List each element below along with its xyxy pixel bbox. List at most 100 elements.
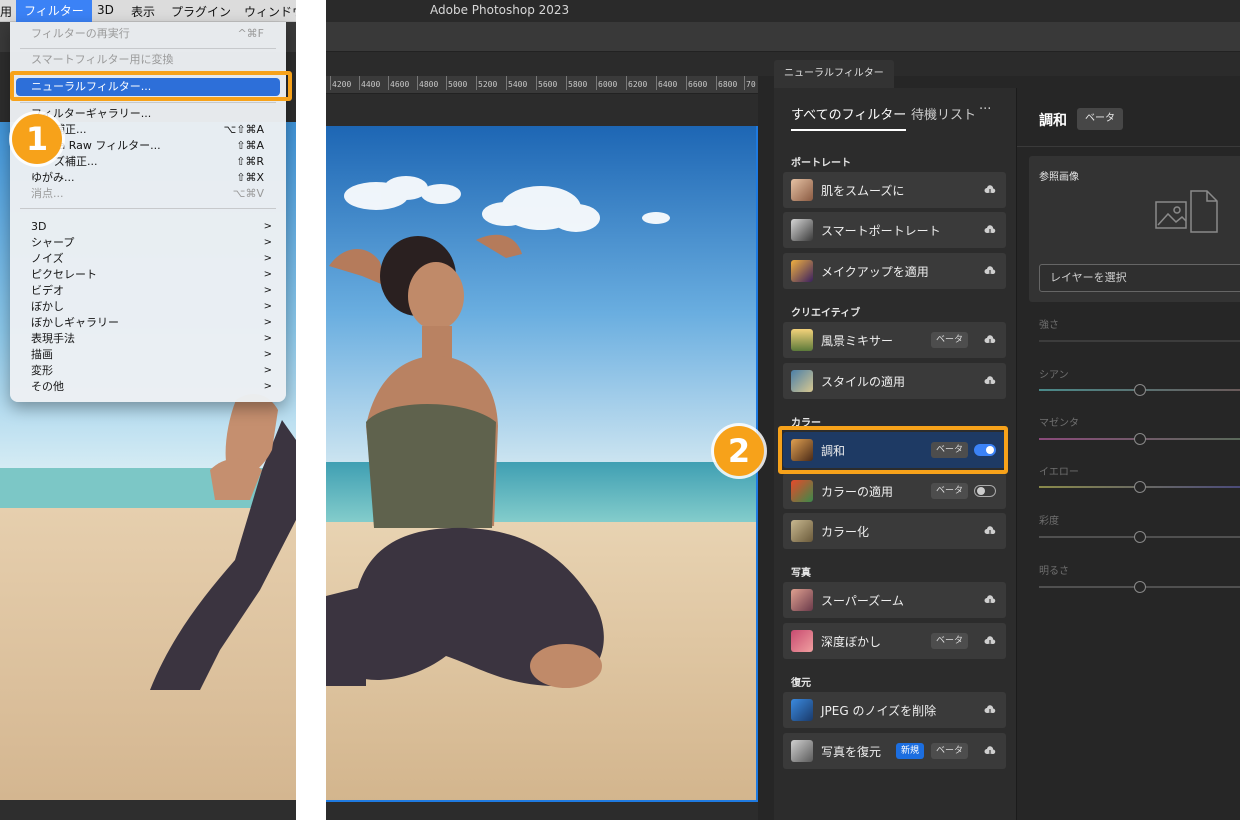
cloud-download-icon[interactable] — [984, 224, 996, 236]
neural-filters-panel-tab[interactable]: ニューラルフィルター — [774, 60, 894, 88]
ruler-tick: 4800 — [416, 76, 439, 90]
harmonization-settings: 調和 ベータ 参照画像 レイヤーを選択 強さ シアン マゼンタ イエロー 彩度 … — [1016, 88, 1240, 820]
ruler-tick: 6200 — [625, 76, 648, 90]
filter-thumbnail — [791, 699, 813, 721]
submenu-other[interactable]: その他 > — [10, 379, 286, 395]
filter-item-photo-restoration[interactable]: 写真を復元 新規 ベータ — [783, 733, 1006, 769]
slider-knob-yellow[interactable] — [1134, 481, 1146, 493]
slider-track-strength[interactable] — [1039, 340, 1240, 342]
filter-item-skin-smoothing[interactable]: 肌をスムーズに — [783, 172, 1006, 208]
chevron-right-icon: > — [263, 381, 272, 392]
left-footer-bar — [0, 800, 296, 820]
slider-knob-cyan[interactable] — [1134, 384, 1146, 396]
submenu-3d[interactable]: 3D > — [10, 219, 286, 235]
reference-image-label: 参照画像 — [1039, 172, 1079, 183]
horizontal-ruler: 4200 4400 4600 4800 5000 5200 5400 5600 … — [326, 76, 758, 94]
filter-item-color-transfer[interactable]: カラーの適用 ベータ — [783, 473, 1006, 509]
cloud-download-icon[interactable] — [984, 525, 996, 537]
submenu-blur[interactable]: ぼかし > — [10, 299, 286, 315]
filter-item-super-zoom[interactable]: スーパーズーム — [783, 582, 1006, 618]
ruler-tick: 4600 — [387, 76, 410, 90]
ruler-tick: 6600 — [685, 76, 708, 90]
beach-yoga-photo — [326, 126, 756, 800]
chevron-right-icon: > — [263, 333, 272, 344]
submenu-blur-gallery[interactable]: ぼかしギャラリー > — [10, 315, 286, 331]
submenu-sharpen[interactable]: シャープ > — [10, 235, 286, 251]
more-options-icon[interactable]: ··· — [979, 102, 991, 117]
filter-item-landscape-mixer[interactable]: 風景ミキサー ベータ — [783, 322, 1006, 358]
filter-thumbnail — [791, 179, 813, 201]
cloud-download-icon[interactable] — [984, 184, 996, 196]
cloud-download-icon[interactable] — [984, 265, 996, 277]
beta-badge: ベータ — [931, 633, 969, 649]
submenu-video[interactable]: ビデオ > — [10, 283, 286, 299]
filter-item-makeup-transfer[interactable]: メイクアップを適用 — [783, 253, 1006, 289]
menu-separator — [20, 102, 276, 103]
chevron-right-icon: > — [263, 285, 272, 296]
cloud-download-icon[interactable] — [984, 704, 996, 716]
filter-item-smart-portrait[interactable]: スマートポートレート — [783, 212, 1006, 248]
chevron-right-icon: > — [263, 301, 272, 312]
menubar-item-plugins[interactable]: プラグイン — [171, 3, 231, 20]
tab-all-filters[interactable]: すべてのフィルター — [791, 104, 907, 131]
menubar-item-3d[interactable]: 3D — [97, 3, 114, 17]
layer-select-dropdown[interactable]: レイヤーを選択 — [1039, 264, 1240, 292]
filter-item-depth-blur[interactable]: 深度ぼかし ベータ — [783, 623, 1006, 659]
cloud-download-icon[interactable] — [984, 594, 996, 606]
chevron-right-icon: > — [263, 237, 272, 248]
reference-image-box: 参照画像 レイヤーを選択 — [1029, 156, 1240, 302]
menu-item-liquify[interactable]: ゆがみ... ⇧⌘X — [10, 170, 286, 186]
ps-titlebar: Adobe Photoshop 2023 — [326, 0, 1240, 22]
submenu-noise[interactable]: ノイズ > — [10, 251, 286, 267]
highlight-harmonization — [778, 426, 1008, 474]
submenu-pixelate[interactable]: ピクセレート > — [10, 267, 286, 283]
ruler-tick: 4400 — [358, 76, 381, 90]
menubar-item-file[interactable]: 用 — [0, 3, 12, 20]
filter-item-style-transfer[interactable]: スタイルの適用 — [783, 363, 1006, 399]
submenu-distort[interactable]: 変形 > — [10, 363, 286, 379]
cloud-download-icon[interactable] — [984, 375, 996, 387]
beta-badge: ベータ — [931, 743, 969, 759]
chevron-right-icon: > — [263, 349, 272, 360]
menubar-item-view[interactable]: 表示 — [131, 3, 155, 20]
chevron-right-icon: > — [263, 221, 272, 232]
ruler-tick: 5800 — [565, 76, 588, 90]
tab-waitlist[interactable]: 待機リスト — [911, 104, 976, 123]
new-badge: 新規 — [896, 743, 925, 759]
document-canvas[interactable] — [326, 126, 758, 802]
submenu-render[interactable]: 描画 > — [10, 347, 286, 363]
submenu-stylize[interactable]: 表現手法 > — [10, 331, 286, 347]
app-title: Adobe Photoshop 2023 — [430, 3, 570, 17]
chevron-right-icon: > — [263, 269, 272, 280]
slider-label-saturation: 彩度 — [1039, 516, 1059, 527]
filter-thumbnail — [791, 260, 813, 282]
filter-thumbnail — [791, 370, 813, 392]
step-1-badge: 1 — [12, 114, 62, 164]
menubar-item-window[interactable]: ウィンドウ — [244, 3, 296, 20]
photoshop-window: Adobe Photoshop 2023 4200 4400 4600 4800… — [326, 0, 1240, 820]
cloud-download-icon[interactable] — [984, 745, 996, 757]
color-transfer-toggle[interactable] — [974, 485, 996, 497]
slider-label-yellow: イエロー — [1039, 467, 1079, 478]
menu-item-last-filter[interactable]: フィルターの再実行 ^⌘F — [10, 26, 286, 42]
ruler-tick: 5000 — [445, 76, 468, 90]
slider-knob-magenta[interactable] — [1134, 433, 1146, 445]
filter-thumbnail — [791, 589, 813, 611]
cloud-download-icon[interactable] — [984, 334, 996, 346]
chevron-right-icon: > — [263, 365, 272, 376]
slider-knob-saturation[interactable] — [1134, 531, 1146, 543]
menubar-item-filter[interactable]: フィルター — [16, 0, 92, 22]
slider-label-magenta: マゼンタ — [1039, 418, 1079, 429]
menu-item-vanishing-point[interactable]: 消点... ⌥⌘V — [10, 186, 286, 202]
menu-separator — [20, 208, 276, 209]
ruler-tick: 4200 — [329, 76, 352, 90]
filter-thumbnail — [791, 520, 813, 542]
menu-item-convert-smart[interactable]: スマートフィルター用に変換 — [10, 52, 286, 68]
panel-divider — [1017, 146, 1240, 147]
category-restore: 復元 — [791, 678, 811, 689]
filter-item-jpeg-artifacts[interactable]: JPEG のノイズを削除 — [783, 692, 1006, 728]
filter-item-colorize[interactable]: カラー化 — [783, 513, 1006, 549]
cloud-download-icon[interactable] — [984, 635, 996, 647]
slider-knob-brightness[interactable] — [1134, 581, 1146, 593]
highlight-neural-filters — [10, 71, 292, 101]
